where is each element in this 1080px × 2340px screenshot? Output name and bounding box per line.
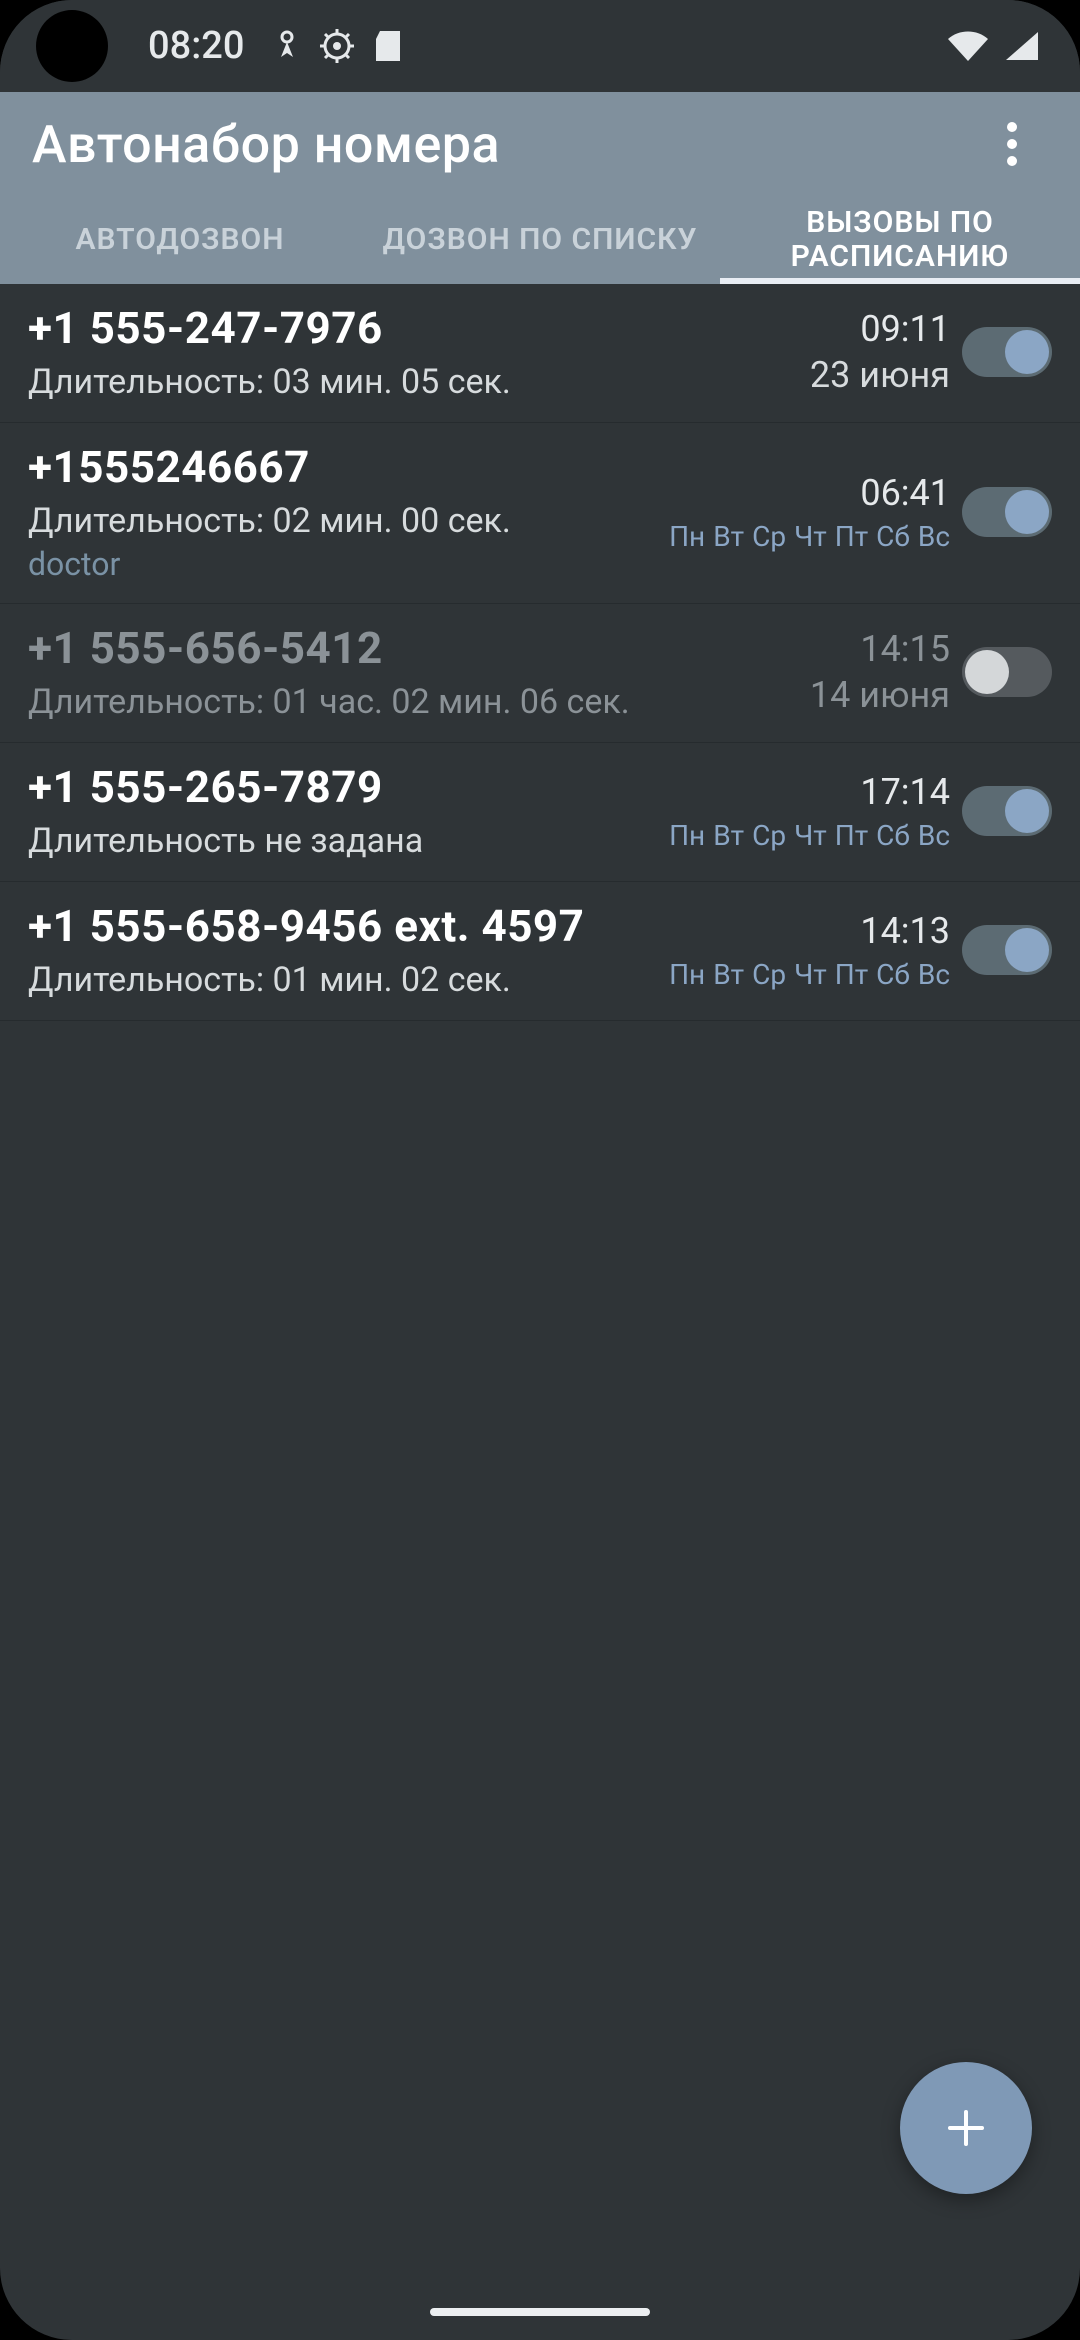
schedule-time: 17:14 (860, 771, 950, 813)
toggle-knob (1005, 330, 1049, 374)
weekday-label: Ср (752, 958, 786, 991)
weekday-label: Пт (835, 520, 868, 553)
phone-number: +1 555-658-9456 ext. 4597 (28, 900, 661, 952)
call-duration: Длительность не задана (28, 821, 661, 861)
phone-number: +1 555-656-5412 (28, 622, 746, 674)
toggle-knob (1005, 789, 1049, 833)
phone-number: +1 555-265-7879 (28, 761, 661, 813)
weekday-label: Сб (876, 520, 910, 553)
weekday-label: Пн (669, 819, 705, 852)
scheduled-call-list[interactable]: +1 555-247-7976 Длительность: 03 мин. 05 … (0, 284, 1080, 1021)
schedule-time: 14:15 (860, 628, 950, 670)
status-bar: 08:20 (0, 0, 1080, 92)
weekday-label: Пн (669, 958, 705, 991)
entry-tag: doctor (28, 545, 661, 583)
schedule-date: 14 июня (810, 674, 950, 716)
app-title: Автонабор номера (32, 114, 500, 175)
gesture-nav-handle[interactable] (430, 2308, 650, 2316)
plus-icon (942, 2104, 990, 2152)
enable-toggle[interactable] (962, 487, 1052, 537)
weekday-label: Пт (835, 819, 868, 852)
tab-label: ДОЗВОН ПО СПИСКУ (383, 223, 698, 258)
device-frame: 08:20 (0, 0, 1080, 2340)
weekday-label: Вс (918, 520, 950, 553)
settings-icon (318, 27, 356, 65)
tab-bar: АВТОДОЗВОН ДОЗВОН ПО СПИСКУ ВЫЗОВЫ ПО РА… (0, 196, 1080, 284)
cell-signal-icon (1004, 30, 1040, 62)
toggle-knob (965, 650, 1009, 694)
add-schedule-fab[interactable] (900, 2062, 1032, 2194)
tab-list-dial[interactable]: ДОЗВОН ПО СПИСКУ (360, 196, 720, 284)
weekday-label: Чт (794, 819, 827, 852)
call-duration: Длительность: 01 мин. 02 сек. (28, 960, 661, 1000)
schedule-time: 06:41 (860, 472, 950, 514)
app-bar: Автонабор номера (0, 92, 1080, 196)
weekday-label: Пт (835, 958, 868, 991)
enable-toggle[interactable] (962, 786, 1052, 836)
schedule-time: 14:13 (860, 910, 950, 952)
call-duration: Длительность: 03 мин. 05 сек. (28, 362, 746, 402)
call-duration: Длительность: 01 час. 02 мин. 06 сек. (28, 682, 746, 722)
weekday-label: Сб (876, 819, 910, 852)
phone-number: +1555246667 (28, 441, 661, 493)
overflow-menu-button[interactable] (976, 108, 1048, 180)
schedule-date: 23 июня (810, 354, 950, 396)
schedule-row[interactable]: +1 555-656-5412 Длительность: 01 час. 02 … (0, 604, 1080, 743)
schedule-row[interactable]: +1555246667 Длительность: 02 мин. 00 сек.… (0, 423, 1080, 604)
weekday-label: Сб (876, 958, 910, 991)
wifi-icon (946, 29, 990, 63)
weekday-label: Пн (669, 520, 705, 553)
status-time: 08:20 (148, 24, 244, 68)
weekday-label: Чт (794, 958, 827, 991)
tab-scheduled-calls[interactable]: ВЫЗОВЫ ПО РАСПИСАНИЮ (720, 196, 1080, 284)
enable-toggle[interactable] (962, 925, 1052, 975)
schedule-weekdays: ПнВтСрЧтПтСбВс (669, 819, 950, 852)
schedule-row[interactable]: +1 555-265-7879 Длительность не задана 17:… (0, 743, 1080, 882)
tab-autodial[interactable]: АВТОДОЗВОН (0, 196, 360, 284)
toggle-knob (1005, 490, 1049, 534)
schedule-row[interactable]: +1 555-247-7976 Длительность: 03 мин. 05 … (0, 284, 1080, 423)
schedule-time: 09:11 (860, 308, 950, 350)
sd-card-icon (374, 29, 402, 63)
schedule-weekdays: ПнВтСрЧтПтСбВс (669, 520, 950, 553)
phone-number: +1 555-247-7976 (28, 302, 746, 354)
tab-label: ВЫЗОВЫ ПО РАСПИСАНИЮ (730, 206, 1070, 275)
weekday-label: Вс (918, 958, 950, 991)
weekday-label: Ср (752, 819, 786, 852)
enable-toggle[interactable] (962, 327, 1052, 377)
status-icons-left (274, 27, 402, 65)
weekday-label: Вт (713, 819, 744, 852)
call-duration: Длительность: 02 мин. 00 сек. (28, 501, 661, 541)
weekday-label: Вс (918, 819, 950, 852)
schedule-weekdays: ПнВтСрЧтПтСбВс (669, 958, 950, 991)
more-vert-icon (1007, 122, 1017, 166)
weekday-label: Чт (794, 520, 827, 553)
gesture-icon (274, 29, 300, 63)
enable-toggle[interactable] (962, 647, 1052, 697)
weekday-label: Вт (713, 520, 744, 553)
weekday-label: Ср (752, 520, 786, 553)
weekday-label: Вт (713, 958, 744, 991)
toggle-knob (1005, 928, 1049, 972)
tab-label: АВТОДОЗВОН (76, 223, 285, 258)
status-icons-right (946, 29, 1040, 63)
camera-cutout (36, 10, 108, 82)
schedule-row[interactable]: +1 555-658-9456 ext. 4597 Длительность: 0… (0, 882, 1080, 1021)
